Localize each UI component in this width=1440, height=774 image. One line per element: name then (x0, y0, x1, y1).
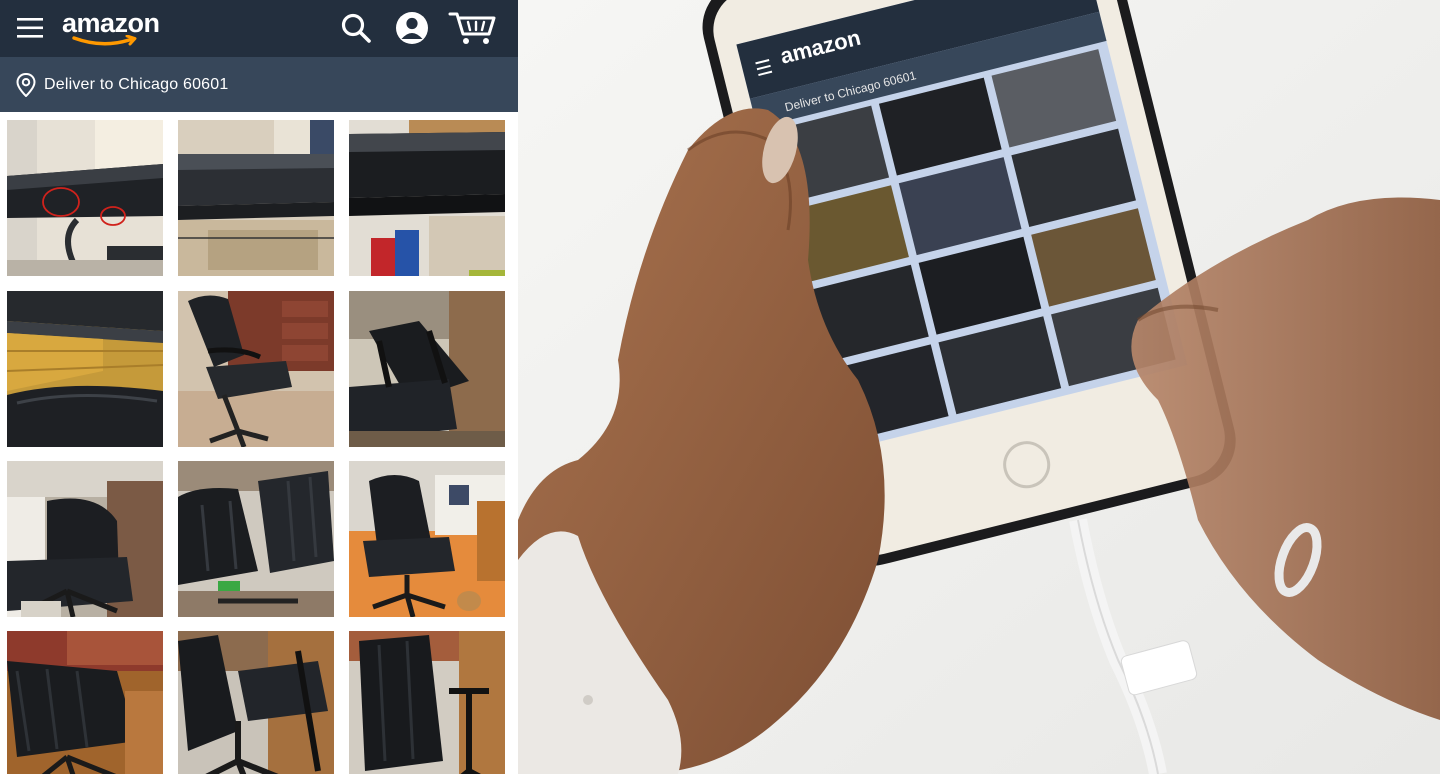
customer-image-tile[interactable] (349, 291, 505, 447)
customer-image-tile[interactable] (349, 120, 505, 276)
customer-image-tile[interactable] (7, 631, 163, 774)
customer-image-tile[interactable] (349, 631, 505, 774)
logo-text: amazon (62, 8, 160, 38)
amazon-logo[interactable]: amazon (62, 8, 166, 48)
location-pin-icon (16, 72, 36, 97)
phone-in-hand-photo: amazon Deliver to Chicago 60601 (518, 0, 1440, 774)
customer-image-tile[interactable] (7, 291, 163, 447)
customer-images-grid (0, 112, 518, 774)
search-icon[interactable] (338, 10, 374, 46)
cart-icon[interactable] (448, 10, 498, 46)
customer-image-tile[interactable] (7, 461, 163, 617)
customer-image-tile[interactable] (7, 120, 163, 276)
delivery-location-bar[interactable]: Deliver to Chicago 60601 (0, 57, 518, 112)
customer-image-tile[interactable] (178, 120, 334, 276)
customer-image-tile[interactable] (349, 461, 505, 617)
account-icon[interactable] (394, 10, 430, 46)
customer-image-tile[interactable] (178, 291, 334, 447)
delivery-location-label: Deliver to Chicago 60601 (44, 75, 229, 93)
top-navigation-bar: amazon (0, 0, 518, 57)
customer-image-tile[interactable] (178, 631, 334, 774)
logo-smile-icon (72, 35, 137, 46)
customer-image-tile[interactable] (178, 461, 334, 617)
hamburger-menu-icon[interactable] (16, 14, 44, 42)
amazon-mobile-page: amazon Deliver to Chicago 60601 (0, 0, 518, 774)
